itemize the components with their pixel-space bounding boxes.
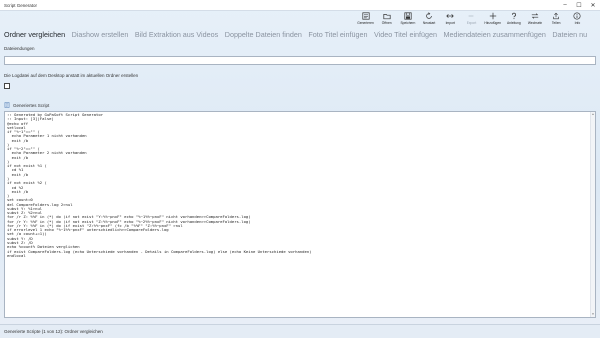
desktop-log-checkbox[interactable] — [4, 83, 10, 89]
generate-icon — [361, 12, 370, 20]
restart-label: Neustart — [422, 20, 436, 25]
info-label: Info — [574, 20, 581, 25]
add-icon — [489, 12, 496, 20]
code-line: endlocal — [7, 252, 26, 258]
scroll-up-arrow[interactable]: ▲ — [591, 112, 595, 117]
script-header: Generiertes Script — [4, 101, 49, 109]
file-extensions-label: Dateiendungen — [4, 46, 35, 51]
share-icon — [553, 12, 559, 20]
save-icon — [404, 12, 412, 20]
tab-diashow-erstellen[interactable]: Diashow erstellen — [72, 30, 129, 39]
save-button[interactable]: Speichern — [397, 11, 418, 28]
maximize-button[interactable]: ☐ — [572, 0, 586, 11]
help-icon — [511, 12, 516, 20]
restart-icon — [426, 12, 432, 19]
help-label: Anleitung — [506, 20, 521, 25]
scroll-down-arrow[interactable]: ▼ — [591, 312, 595, 317]
share-label: Teilen — [551, 20, 561, 25]
status-text: Generierte Scripte (1 von 12): Ordner ve… — [4, 329, 103, 334]
script-editor[interactable]: :: Generated by GuPaSoft Script Generato… — [4, 111, 596, 318]
add-button[interactable]: Hinzufügen — [482, 11, 503, 28]
open-button[interactable]: Öffnen — [376, 11, 397, 28]
tab-bild-extraktion[interactable]: Bild Extraktion aus Videos — [135, 30, 218, 39]
import-icon — [446, 14, 454, 18]
switch-button[interactable]: Wechseln — [524, 11, 545, 28]
editor-scrollbar[interactable]: ▲ ▼ — [590, 112, 595, 317]
desktop-log-label: Die Logdatei auf dem Desktop anstatt im … — [4, 73, 139, 78]
toolbar: Generieren Öffnen Speichern Neustart Imp… — [355, 11, 588, 28]
tab-video-titel[interactable]: Video Titel einfügen — [374, 30, 437, 39]
export-icon — [469, 15, 474, 17]
tab-foto-titel[interactable]: Foto Titel einfügen — [308, 30, 367, 39]
restart-button[interactable]: Neustart — [419, 11, 440, 28]
export-label: Export — [466, 20, 477, 25]
generate-label: Generieren — [357, 20, 374, 25]
title-bar: Script Generator – ☐ ✕ — [0, 0, 600, 11]
tab-doppelte-dateien[interactable]: Doppelte Dateien finden — [225, 30, 302, 39]
info-icon — [573, 12, 581, 20]
minimize-button[interactable]: – — [558, 0, 572, 11]
add-label: Hinzufügen — [484, 20, 501, 25]
help-button[interactable]: Anleitung — [503, 11, 524, 28]
file-extensions-input[interactable] — [4, 56, 596, 65]
info-button[interactable]: Info — [567, 11, 588, 28]
open-folder-icon — [383, 14, 391, 20]
script-header-title: Generiertes Script — [13, 102, 50, 108]
open-label: Öffnen — [381, 20, 392, 25]
tab-dateien-nu[interactable]: Dateien nu — [552, 30, 587, 39]
script-icon — [4, 102, 10, 108]
export-button[interactable]: Export — [461, 11, 482, 28]
import-button[interactable]: Import — [440, 11, 461, 28]
save-label: Speichern — [400, 20, 416, 25]
import-label: Import — [445, 20, 455, 25]
switch-icon — [531, 13, 539, 19]
share-button[interactable]: Teilen — [546, 11, 567, 28]
switch-label: Wechseln — [527, 20, 543, 25]
tab-strip: Ordner vergleichen Diashow erstellen Bil… — [4, 28, 600, 40]
tab-mediendateien[interactable]: Mediendateien zusammenfügen — [444, 30, 546, 39]
tab-ordner-vergleichen[interactable]: Ordner vergleichen — [4, 30, 65, 39]
generate-button[interactable]: Generieren — [355, 11, 376, 28]
close-button[interactable]: ✕ — [586, 0, 600, 11]
status-bar: Generierte Scripte (1 von 12): Ordner ve… — [0, 324, 600, 338]
script-code[interactable]: :: Generated by GuPaSoft Script Generato… — [5, 112, 595, 259]
window-title: Script Generator — [4, 2, 38, 8]
